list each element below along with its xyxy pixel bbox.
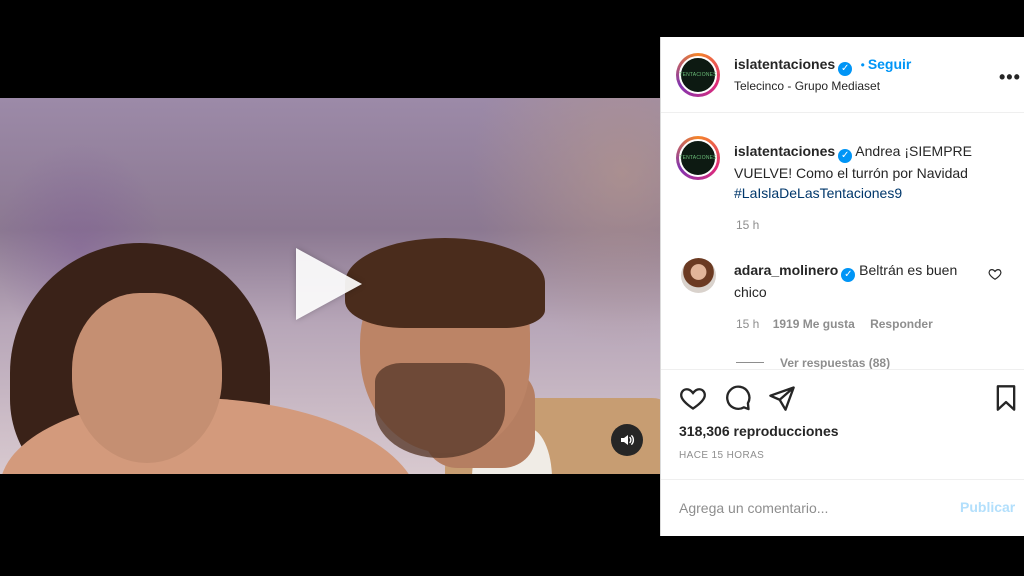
- video-figure-man-hair: [345, 238, 545, 328]
- comment-like-heart-icon[interactable]: [988, 267, 1002, 281]
- avatar-logo: TENTACIONES: [679, 139, 717, 177]
- save-icon[interactable]: [992, 384, 1020, 412]
- share-icon[interactable]: [768, 384, 796, 412]
- comment-box: Publicar: [661, 479, 1024, 536]
- caption-time: 15 h: [736, 218, 760, 232]
- comment-likes[interactable]: 1919 Me gusta: [773, 317, 855, 331]
- video-figure-man-beard: [375, 363, 505, 458]
- post-header: TENTACIONES islatentaciones ✓ • Seguir Tel…: [661, 37, 1024, 113]
- video-figure-woman-face: [72, 293, 222, 463]
- mute-button[interactable]: [611, 424, 643, 456]
- replies-divider: [736, 362, 764, 363]
- heart-icon[interactable]: [679, 384, 707, 412]
- author-username[interactable]: islatentaciones: [734, 56, 835, 72]
- caption-username[interactable]: islatentaciones: [734, 143, 835, 159]
- comment-time: 15 h: [736, 317, 760, 331]
- caption-hashtag[interactable]: #LaIslaDeLasTentaciones9: [734, 185, 902, 201]
- comment-username[interactable]: adara_molinero: [734, 262, 838, 278]
- more-icon[interactable]: •••: [999, 67, 1021, 88]
- comment-icon[interactable]: [724, 384, 752, 412]
- comments-list[interactable]: TENTACIONES islatentaciones ✓ Andrea ¡SIE…: [661, 114, 1024, 369]
- avatar-logo: TENTACIONES: [679, 56, 717, 94]
- verified-icon: ✓: [838, 149, 853, 163]
- mute-icon: [621, 435, 635, 445]
- comment-meta: 15 h 1919 Me gusta Responder: [736, 317, 933, 331]
- reply-button[interactable]: Responder: [870, 317, 933, 331]
- separator-dot: •: [860, 58, 865, 72]
- verified-icon: ✓: [838, 62, 853, 76]
- author-subtitle: Telecinco - Grupo Mediaset: [734, 79, 881, 93]
- view-count[interactable]: 318,306 reproducciones: [679, 423, 839, 439]
- verified-icon: ✓: [841, 268, 856, 282]
- view-replies[interactable]: Ver respuestas (88): [736, 354, 890, 369]
- comment-input[interactable]: [679, 498, 939, 518]
- comment: adara_molinero ✓ Beltrán es buen chico: [734, 260, 979, 302]
- caption: islatentaciones ✓ Andrea ¡SIEMPRE VUELVE!…: [734, 141, 1004, 203]
- publish-button[interactable]: Publicar: [960, 499, 1015, 515]
- view-replies-label[interactable]: Ver respuestas (88): [780, 356, 890, 369]
- post-time-ago: HACE 15 HORAS: [679, 450, 765, 461]
- follow-button[interactable]: Seguir: [868, 56, 912, 72]
- commenter-avatar[interactable]: [681, 258, 716, 293]
- post-panel: TENTACIONES islatentaciones ✓ • Seguir Tel…: [660, 37, 1024, 536]
- play-icon[interactable]: [296, 248, 362, 320]
- author-avatar[interactable]: TENTACIONES: [676, 53, 720, 97]
- caption-avatar[interactable]: TENTACIONES: [676, 136, 720, 180]
- header-title-row: islatentaciones ✓ • Seguir: [734, 56, 911, 76]
